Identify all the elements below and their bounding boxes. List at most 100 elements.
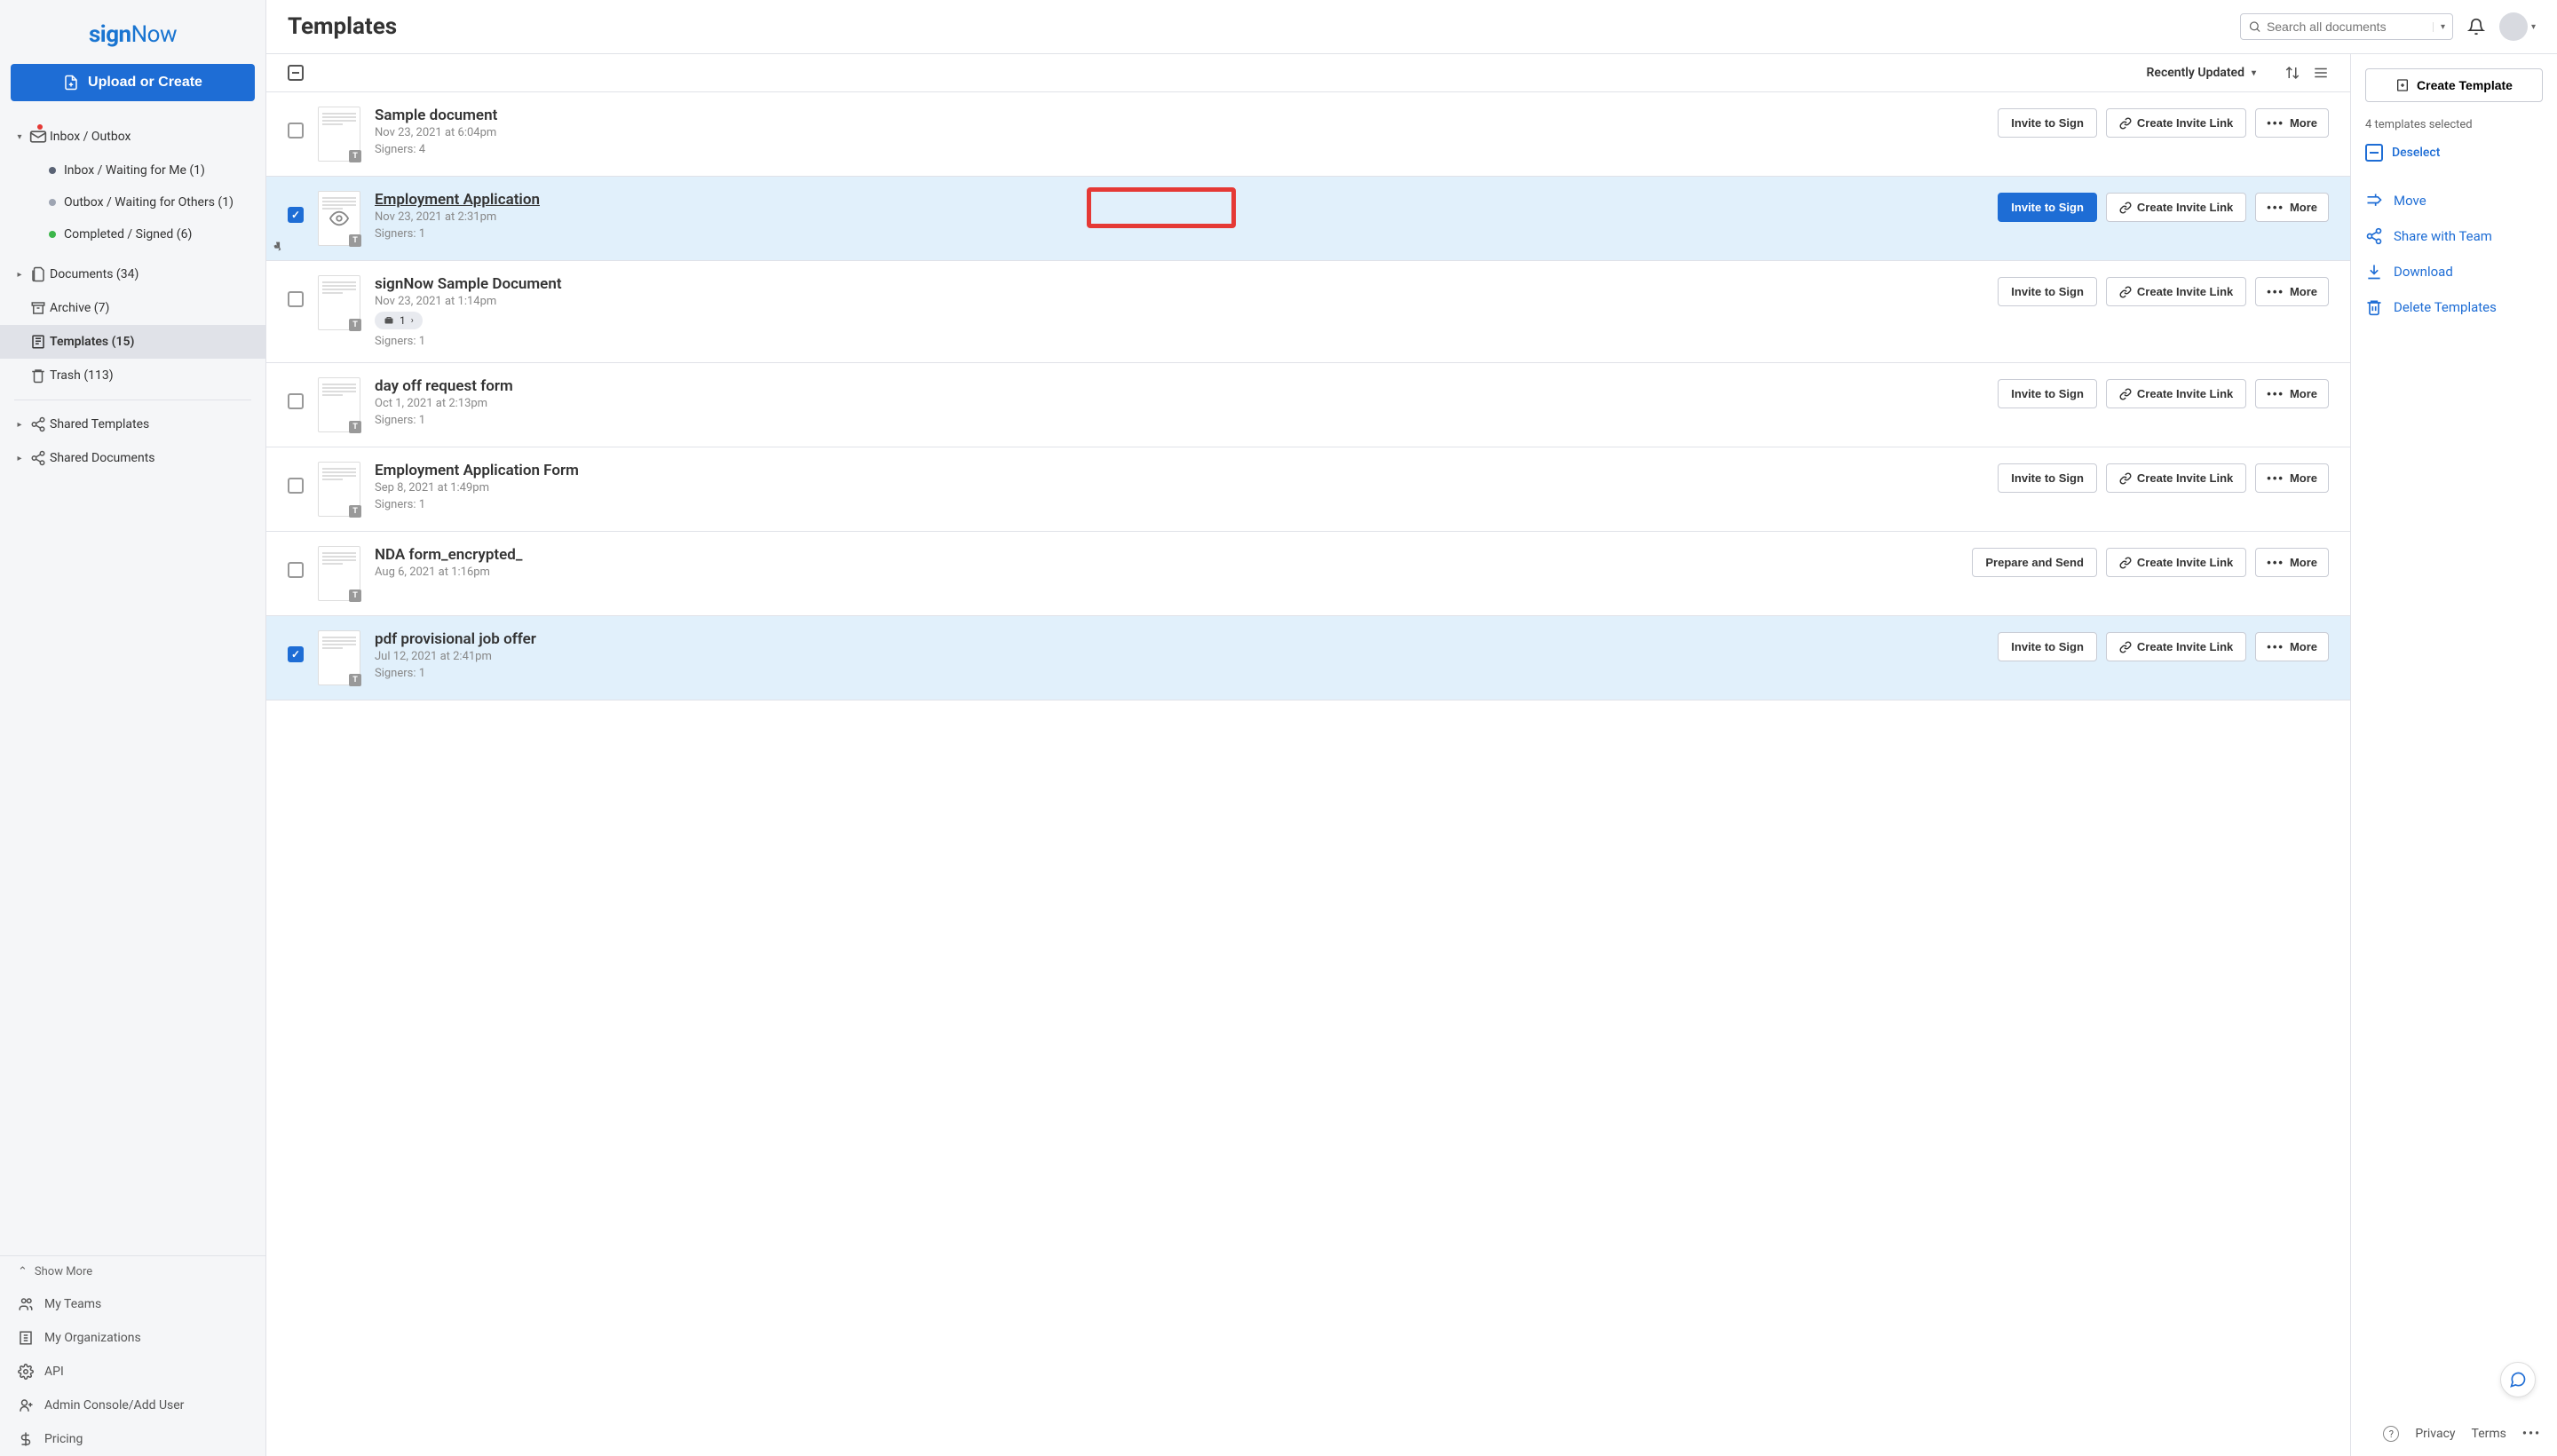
- row-checkbox[interactable]: [288, 646, 304, 662]
- document-thumbnail[interactable]: T: [318, 377, 360, 432]
- create-invite-link-button[interactable]: Create Invite Link: [2106, 108, 2246, 138]
- template-row[interactable]: T NDA form_encrypted_ Aug 6, 2021 at 1:1…: [266, 532, 2350, 616]
- create-invite-link-button[interactable]: Create Invite Link: [2106, 463, 2246, 493]
- more-button[interactable]: ••• More: [2255, 379, 2329, 408]
- row-title[interactable]: NDA form_encrypted_: [375, 546, 1958, 564]
- chevron-down-icon: ▾: [2252, 68, 2256, 78]
- nav-documents[interactable]: ▸ Documents (34): [0, 257, 265, 291]
- nav-my-orgs[interactable]: My Organizations: [0, 1321, 265, 1355]
- nav-label: Completed / Signed (6): [64, 227, 192, 241]
- search-box[interactable]: ▾: [2240, 13, 2453, 40]
- action-download[interactable]: Download: [2365, 263, 2543, 281]
- sort-order-button[interactable]: [2284, 65, 2300, 81]
- document-thumbnail[interactable]: T: [318, 462, 360, 517]
- nav-shared-documents[interactable]: ▸ Shared Documents: [0, 441, 265, 475]
- document-thumbnail[interactable]: T: [318, 546, 360, 601]
- user-menu[interactable]: ▾: [2499, 12, 2536, 41]
- nav-label: Pricing: [44, 1432, 83, 1446]
- create-template-button[interactable]: Create Template: [2365, 68, 2543, 102]
- invite-to-sign-button[interactable]: Invite to Sign: [1998, 277, 2097, 306]
- more-menu[interactable]: •••: [2522, 1427, 2541, 1441]
- nav-templates[interactable]: Templates (15): [0, 325, 265, 359]
- template-row[interactable]: T signNow Sample Document Nov 23, 2021 a…: [266, 261, 2350, 363]
- nav-trash[interactable]: Trash (113): [0, 359, 265, 392]
- move-icon: [2365, 192, 2383, 210]
- template-badge-icon: T: [349, 590, 361, 602]
- chevron-down-icon[interactable]: ▾: [2433, 22, 2445, 32]
- invite-to-sign-button[interactable]: Prepare and Send: [1972, 548, 2097, 577]
- template-badge-icon: T: [349, 674, 361, 686]
- template-row[interactable]: T pdf provisional job offer Jul 12, 2021…: [266, 616, 2350, 700]
- template-row[interactable]: T day off request form Oct 1, 2021 at 2:…: [266, 363, 2350, 447]
- template-badge-icon: T: [349, 319, 361, 331]
- row-checkbox[interactable]: [288, 478, 304, 494]
- template-row[interactable]: T Sample document Nov 23, 2021 at 6:04pm…: [266, 92, 2350, 177]
- row-checkbox[interactable]: [288, 562, 304, 578]
- dots-icon: •••: [2267, 285, 2284, 298]
- document-thumbnail[interactable]: T: [318, 107, 360, 162]
- search-input[interactable]: [2267, 20, 2427, 34]
- row-title[interactable]: signNow Sample Document: [375, 275, 1983, 293]
- invite-to-sign-button[interactable]: Invite to Sign: [1998, 632, 2097, 661]
- row-checkbox[interactable]: [288, 123, 304, 138]
- invite-to-sign-button[interactable]: Invite to Sign: [1998, 463, 2097, 493]
- document-thumbnail[interactable]: T: [318, 630, 360, 685]
- template-row[interactable]: T Employment Application Nov 23, 2021 at…: [266, 177, 2350, 261]
- create-invite-link-button[interactable]: Create Invite Link: [2106, 632, 2246, 661]
- signers-pill[interactable]: 1›: [375, 312, 423, 329]
- row-title[interactable]: Employment Application: [375, 191, 1983, 209]
- more-button[interactable]: ••• More: [2255, 193, 2329, 222]
- deselect-button[interactable]: Deselect: [2365, 144, 2543, 162]
- nav-pricing[interactable]: Pricing: [0, 1422, 265, 1456]
- logo: signNow: [0, 0, 265, 64]
- notification-dot-icon: [37, 124, 43, 130]
- create-invite-link-button[interactable]: Create Invite Link: [2106, 379, 2246, 408]
- more-button[interactable]: ••• More: [2255, 632, 2329, 661]
- nav-outbox-waiting[interactable]: Outbox / Waiting for Others (1): [0, 186, 265, 218]
- row-checkbox[interactable]: [288, 393, 304, 409]
- more-button[interactable]: ••• More: [2255, 108, 2329, 138]
- invite-to-sign-button[interactable]: Invite to Sign: [1998, 108, 2097, 138]
- nav-label: Trash (113): [50, 368, 114, 383]
- chevron-right-icon: ▸: [14, 270, 25, 280]
- help-chat-button[interactable]: [2500, 1362, 2536, 1397]
- create-invite-link-button[interactable]: Create Invite Link: [2106, 193, 2246, 222]
- nav-inbox-waiting[interactable]: Inbox / Waiting for Me (1): [0, 154, 265, 186]
- nav-inbox-outbox[interactable]: ▾ Inbox / Outbox: [0, 119, 265, 154]
- select-all-checkbox[interactable]: [288, 65, 304, 81]
- row-signers: Signers: 1: [375, 335, 1983, 348]
- action-move[interactable]: Move: [2365, 192, 2543, 210]
- more-button[interactable]: ••• More: [2255, 463, 2329, 493]
- create-invite-link-button[interactable]: Create Invite Link: [2106, 277, 2246, 306]
- document-thumbnail[interactable]: T: [318, 275, 360, 330]
- action-delete[interactable]: Delete Templates: [2365, 298, 2543, 316]
- invite-to-sign-button[interactable]: Invite to Sign: [1998, 379, 2097, 408]
- invite-to-sign-button[interactable]: Invite to Sign: [1998, 193, 2097, 222]
- nav-completed[interactable]: Completed / Signed (6): [0, 218, 265, 250]
- nav-my-teams[interactable]: My Teams: [0, 1287, 265, 1321]
- more-button[interactable]: ••• More: [2255, 277, 2329, 306]
- help-icon[interactable]: ?: [2383, 1426, 2399, 1442]
- sort-dropdown[interactable]: Recently Updated ▾: [2147, 66, 2256, 80]
- document-thumbnail[interactable]: T: [318, 191, 360, 246]
- row-title[interactable]: Employment Application Form: [375, 462, 1983, 479]
- row-checkbox[interactable]: [288, 207, 304, 223]
- create-invite-link-button[interactable]: Create Invite Link: [2106, 548, 2246, 577]
- upload-or-create-button[interactable]: Upload or Create: [11, 64, 255, 101]
- action-share[interactable]: Share with Team: [2365, 227, 2543, 245]
- notifications-button[interactable]: [2467, 18, 2485, 36]
- show-more-toggle[interactable]: ⌃ Show More: [0, 1256, 265, 1287]
- row-title[interactable]: day off request form: [375, 377, 1983, 395]
- privacy-link[interactable]: Privacy: [2415, 1427, 2455, 1441]
- row-title[interactable]: pdf provisional job offer: [375, 630, 1983, 648]
- nav-api[interactable]: API: [0, 1355, 265, 1389]
- row-checkbox[interactable]: [288, 291, 304, 307]
- terms-link[interactable]: Terms: [2472, 1427, 2506, 1441]
- view-list-button[interactable]: [2313, 65, 2329, 81]
- nav-shared-templates[interactable]: ▸ Shared Templates: [0, 408, 265, 441]
- row-title[interactable]: Sample document: [375, 107, 1983, 124]
- template-row[interactable]: T Employment Application Form Sep 8, 202…: [266, 447, 2350, 532]
- more-button[interactable]: ••• More: [2255, 548, 2329, 577]
- nav-admin[interactable]: Admin Console/Add User: [0, 1389, 265, 1422]
- nav-archive[interactable]: Archive (7): [0, 291, 265, 325]
